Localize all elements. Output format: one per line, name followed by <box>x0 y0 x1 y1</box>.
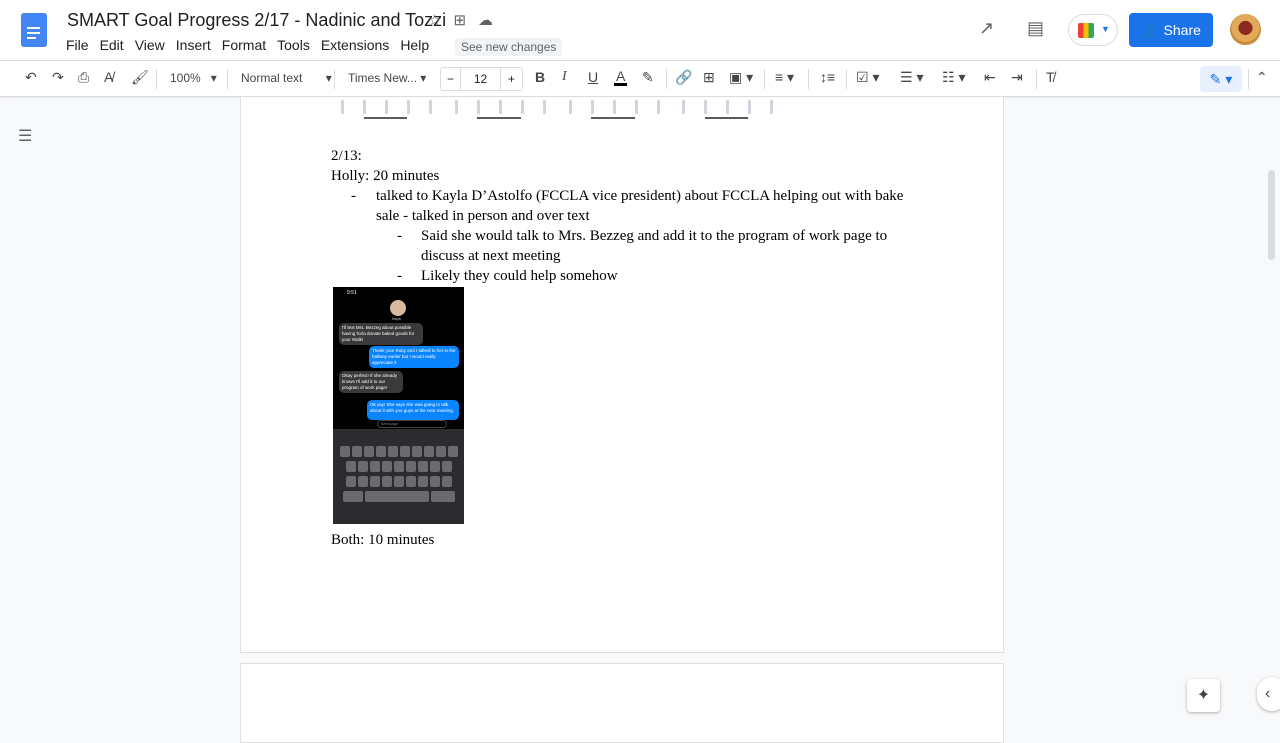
both-time-text: Both: 10 minutes <box>331 532 435 548</box>
bullet-text: talked to Kayla D’Astolfo (FCCLA vice pr… <box>376 188 904 204</box>
sub-bullet-text: discuss at next meeting <box>421 248 561 264</box>
font-size-stepper: − 12 + <box>440 67 523 91</box>
document-page-2[interactable] <box>240 663 1004 743</box>
zoom-select[interactable]: 100% ▾ <box>170 71 217 85</box>
person-icon: 👤 <box>1141 21 1159 38</box>
side-panel-toggle[interactable]: ‹ <box>1257 677 1280 711</box>
document-outline-icon[interactable]: ☰ <box>18 126 32 146</box>
sub-bullet-dash: - <box>397 228 402 244</box>
chevron-down-icon: ▼ <box>1101 24 1110 34</box>
add-comment-icon[interactable]: ⊞ <box>703 69 715 86</box>
bullet-text: sale - talked in person and over text <box>376 208 590 224</box>
align-icon[interactable]: ≡ ▾ <box>775 69 794 86</box>
bold-button[interactable]: B <box>535 69 545 85</box>
menu-view[interactable]: View <box>135 37 165 53</box>
spellcheck-icon[interactable]: A̸ <box>104 69 113 85</box>
see-new-changes-button[interactable]: See new changes <box>455 38 563 56</box>
message-bubble: Thank you! Ruby and I talked to her in t… <box>369 346 459 368</box>
title-bar: SMART Goal Progress 2/17 - Nadinic and T… <box>0 0 1280 60</box>
message-input: iMessage <box>377 420 447 428</box>
phone-time: 9:51 <box>347 290 357 296</box>
docs-logo-icon[interactable] <box>21 13 47 47</box>
numbered-list-icon[interactable]: ☷ ▾ <box>942 69 965 86</box>
menu-bar: File Edit View Insert Format Tools Exten… <box>66 37 440 53</box>
insert-image-icon[interactable]: ▣ ▾ <box>729 69 753 86</box>
redo-icon[interactable]: ↷ <box>52 69 64 86</box>
comments-icon[interactable]: ▤ <box>1027 18 1044 39</box>
share-button[interactable]: 👤 Share <box>1129 13 1213 47</box>
menu-extensions[interactable]: Extensions <box>321 37 389 53</box>
print-icon[interactable]: ⎙ <box>78 69 89 86</box>
paint-format-icon[interactable]: 🖌 <box>131 69 149 86</box>
activity-trend-icon[interactable]: ↗ <box>979 18 994 39</box>
explore-button[interactable]: ✦ <box>1187 679 1220 712</box>
link-icon[interactable]: 🔗 <box>675 69 692 86</box>
meet-button[interactable]: ▼ <box>1068 14 1118 46</box>
italic-button[interactable]: I <box>562 69 567 85</box>
contact-name: Kayla <box>392 317 401 321</box>
sub-bullet-dash: - <box>397 268 402 284</box>
share-label: Share <box>1163 22 1201 38</box>
bullet-dash: - <box>351 188 356 204</box>
date-text: 2/13: <box>331 148 362 164</box>
message-bubble: Ok yay! She says she was going to talk a… <box>367 400 459 420</box>
menu-tools[interactable]: Tools <box>277 37 310 53</box>
line-spacing-icon[interactable]: ↕≡ <box>820 69 835 85</box>
decrease-font-size-button[interactable]: − <box>441 68 461 90</box>
contact-avatar <box>390 300 406 316</box>
message-bubble: I'll text Mrs. Bezzeg about possible hav… <box>339 323 423 345</box>
star-icon[interactable]: ☆ <box>428 11 441 29</box>
collapse-menus-icon[interactable]: ⌃ <box>1256 69 1268 86</box>
cloud-saved-icon[interactable]: ☁ <box>478 11 493 29</box>
style-select[interactable]: Normal text ▾ <box>241 71 332 85</box>
checklist-icon[interactable]: ☑ ▾ <box>856 69 879 86</box>
increase-font-size-button[interactable]: + <box>501 68 522 90</box>
message-bubble: Okay perfect! If she already knows I'll … <box>339 371 403 393</box>
menu-edit[interactable]: Edit <box>100 37 124 53</box>
menu-file[interactable]: File <box>66 37 89 53</box>
text-message-screenshot[interactable]: 9:51 Kayla I'll text Mrs. Bezzeg about p… <box>333 287 464 524</box>
menu-format[interactable]: Format <box>222 37 266 53</box>
meet-icon <box>1078 23 1094 38</box>
sub-bullet-text: Said she would talk to Mrs. Bezzeg and a… <box>421 228 888 244</box>
menu-insert[interactable]: Insert <box>176 37 211 53</box>
undo-icon[interactable]: ↶ <box>25 69 37 86</box>
toolbar: ↶ ↷ ⎙ A̸ 🖌 100% ▾ Normal text ▾ Times Ne… <box>0 60 1280 97</box>
font-size-input[interactable]: 12 <box>461 68 501 90</box>
vertical-scrollbar[interactable] <box>1268 170 1275 260</box>
avatar[interactable] <box>1230 14 1261 45</box>
embedded-screenshot-strip <box>331 97 781 121</box>
underline-button[interactable]: U <box>588 69 598 85</box>
text-color-button[interactable]: A <box>614 69 628 86</box>
clear-formatting-icon[interactable]: T̸ <box>1046 69 1055 85</box>
bulleted-list-icon[interactable]: ☰ ▾ <box>900 69 923 86</box>
document-title[interactable]: SMART Goal Progress 2/17 - Nadinic and T… <box>67 10 446 31</box>
menu-help[interactable]: Help <box>400 37 429 53</box>
editing-mode-button[interactable]: ✎ ▾ <box>1200 66 1242 92</box>
font-select[interactable]: Times New... ▾ <box>348 71 426 85</box>
move-folder-icon[interactable]: ⊞ <box>453 11 466 29</box>
sub-bullet-text: Likely they could help somehow <box>421 268 618 284</box>
holly-time-text: Holly: 20 minutes <box>331 168 440 184</box>
increase-indent-icon[interactable]: ⇥ <box>1011 69 1023 86</box>
document-page[interactable]: 2/13: Holly: 20 minutes - talked to Kayl… <box>240 97 1004 653</box>
decrease-indent-icon[interactable]: ⇤ <box>984 69 996 86</box>
phone-keyboard <box>333 429 464 524</box>
highlight-icon[interactable]: ✎ <box>642 69 654 86</box>
